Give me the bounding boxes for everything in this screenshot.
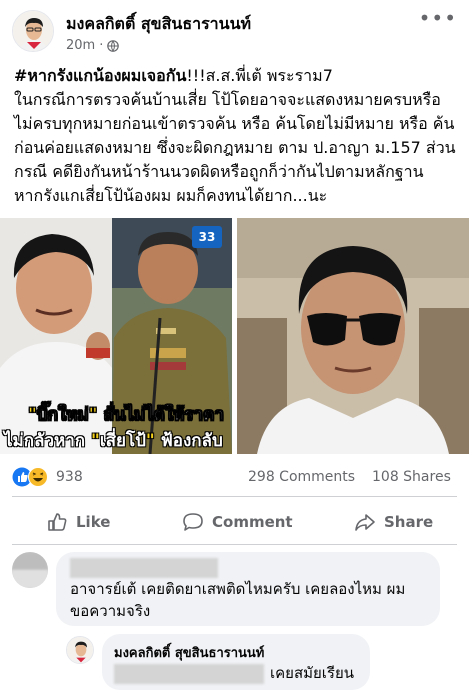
image-caption-line2: ไม่กลัวหาก "เสี่ยโป้" ฟ้องกลับ: [4, 431, 223, 451]
like-button[interactable]: Like: [46, 504, 110, 540]
post-text-line: กรณี คดียิงกันหน้าร้านนวดผิดหรือถูกก็ว่า…: [14, 162, 424, 181]
comments-count-link[interactable]: 298 Comments: [248, 469, 355, 485]
globe-icon: [107, 39, 120, 52]
more-options-icon[interactable]: •••: [419, 6, 457, 30]
shares-count-link[interactable]: 108 Shares: [372, 469, 451, 485]
post-text-line: ก่อนค่อยแสดงหมาย ซึ่งจะผิดกฎหมาย ตาม ป.อ…: [14, 138, 456, 157]
comment-text: อาจารย์เต้ เคยติดยาเสพติดไหมครับ เคยลองไ…: [70, 580, 406, 620]
divider-bottom: [12, 544, 457, 545]
post-author-name[interactable]: มงคลกิตติ์ สุขสินธารานนท์: [66, 12, 251, 37]
meta-separator: ·: [99, 38, 104, 53]
reaction-icons[interactable]: [12, 467, 48, 487]
thumbs-up-icon: [48, 513, 67, 531]
comment-bubble: อาจารย์เต้ เคยติดยาเสพติดไหมครับ เคยลองไ…: [56, 552, 440, 626]
hashtag-link[interactable]: #หากรังแกน้องผมเจอกัน: [14, 66, 186, 85]
reaction-stats: 938 298 Comments 108 Shares: [0, 464, 469, 492]
redacted-commenter-name: [70, 558, 218, 578]
share-button[interactable]: Share: [354, 504, 433, 540]
reply-author-name[interactable]: มงคลกิตติ์ สุขสินธารานนท์: [114, 642, 264, 663]
post-body: #หากรังแกน้องผมเจอกัน!!!ส.ส.พี่เต้ พระรา…: [14, 64, 460, 208]
post-time[interactable]: 20m: [66, 38, 95, 53]
post-image-selfie[interactable]: [237, 218, 469, 454]
author-avatar[interactable]: [12, 10, 54, 52]
reply-text: เคยสมัยเรียน: [270, 664, 355, 682]
comment-button[interactable]: Comment: [182, 504, 293, 540]
haha-reaction-icon: [28, 467, 48, 487]
reply-bubble: มงคลกิตติ์ สุขสินธารานนท์ เคยสมัยเรียน: [102, 634, 370, 690]
redacted-reply-text: [114, 664, 264, 684]
comment-icon: [183, 513, 203, 531]
image-caption-line1: "บิ๊กใหม่" ลั่นไม่ได้ให้ราคา: [28, 405, 225, 426]
post-text-line: #หากรังแกน้องผมเจอกัน!!!ส.ส.พี่เต้ พระรา…: [14, 66, 333, 85]
post-image-news-collage[interactable]: 33 "บิ๊กใหม่" ลั่นไม่ได้ให้ราคา ไม่กลัวห…: [0, 218, 232, 454]
share-label: Share: [384, 513, 434, 531]
post-text-line: ไม่ครบทุกหมายก่อนเข้าตรวจค้น หรือ ค้นโดย…: [14, 114, 455, 133]
like-label: Like: [76, 513, 111, 531]
reactions-count[interactable]: 938: [56, 469, 83, 485]
share-icon: [355, 514, 375, 531]
post-header: มงคลกิตติ์ สุขสินธารานนท์ 20m · •••: [0, 0, 469, 60]
post-text-line: หากรังแกเสี่ยโป้น้องผม ผมก็คงทนได้ยาก...…: [14, 186, 328, 205]
commenter-avatar[interactable]: [12, 552, 48, 588]
channel-logo: 33: [192, 226, 222, 248]
divider-top: [12, 496, 457, 497]
post-meta: 20m ·: [66, 38, 120, 53]
comment-label: Comment: [212, 513, 293, 531]
post-actions: Like Comment Share: [0, 504, 469, 540]
reply-author-avatar[interactable]: [66, 636, 94, 664]
post-text-line: ในกรณีการตรวจค้นบ้านเสี่ย โป้โดยอาจจะแสด…: [14, 90, 441, 109]
